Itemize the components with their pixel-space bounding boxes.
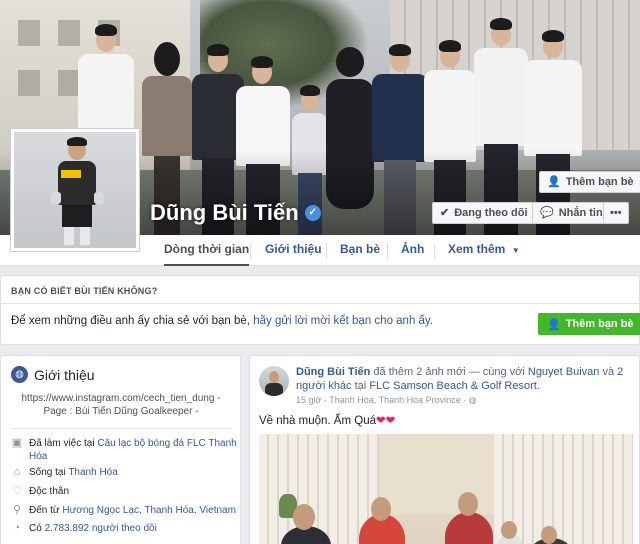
intro-followers-link[interactable]: 2.783.892 người theo dõi: [45, 523, 157, 534]
post-author-link[interactable]: Dũng Bùi Tiến: [296, 366, 370, 378]
intro-followers: ◔ Có 2.783.892 người theo dõi: [11, 522, 237, 535]
tab-timeline[interactable]: Dòng thời gian: [164, 235, 250, 266]
add-friend-button[interactable]: 👤 Thêm bạn bè: [538, 313, 640, 335]
do-you-know-prefix: Để xem những điều anh ấy chia sẻ với bạn…: [11, 315, 250, 327]
add-friend-cover-label: Thêm bạn bè: [565, 176, 634, 188]
checkmark-icon: ✔: [440, 207, 450, 219]
intro-lives-prefix: Sống tại: [29, 467, 66, 478]
post-author-avatar[interactable]: [259, 366, 289, 396]
photo-person: [293, 504, 315, 530]
post-text-body: Về nhà muộn. Ấm Quá: [259, 415, 376, 427]
intro-followers-prefix: Có: [29, 523, 42, 534]
intro-bio: https://www.instagram.com/cech_tien_dung…: [21, 393, 221, 417]
tab-more-label: Xem thêm: [448, 242, 506, 256]
post-location[interactable]: Thanh Hóa, Thanh Hóa Province: [329, 395, 460, 405]
photo-person: [541, 526, 557, 544]
intro-work-prefix: Đã làm việc tại: [29, 438, 95, 449]
timeline-post: Dũng Bùi Tiến đã thêm 2 ảnh mới — cùng v…: [249, 355, 640, 544]
nav-divider: [387, 243, 388, 259]
add-friend-cover-button[interactable]: 👤 Thêm bạn bè: [539, 171, 640, 193]
intro-card: ◍ Giới thiệu https://www.instagram.com/c…: [0, 355, 241, 544]
photo-person: [371, 497, 391, 521]
photo-person: [501, 521, 517, 539]
rss-icon: ◔: [13, 522, 21, 534]
post-text: Về nhà muộn. Ấm Quá❤❤: [259, 413, 395, 427]
nav-divider: [326, 243, 327, 259]
heart-emoji: ❤❤: [375, 415, 396, 427]
post-tag-link[interactable]: Nguyet Buivan: [528, 366, 600, 378]
do-you-know-box: BẠN CÓ BIẾT BÙI TIẾN KHÔNG? Để xem những…: [0, 275, 640, 345]
tab-about[interactable]: Giới thiệu: [265, 235, 322, 266]
intro-from-prefix: Đến từ: [29, 505, 60, 516]
post-photo[interactable]: [259, 434, 633, 544]
post-at: tại: [354, 380, 367, 392]
following-button[interactable]: ✔ Đang theo dõi ▼: [432, 202, 549, 224]
profile-name[interactable]: Dũng Bùi Tiến: [150, 200, 299, 226]
home-icon: ⌂: [13, 466, 21, 478]
public-globe-icon: ◍: [468, 395, 477, 405]
nav-divider: [250, 243, 251, 259]
post-place-link[interactable]: FLC Samson Beach & Golf Resort: [369, 380, 537, 392]
intro-lives-link[interactable]: Thanh Hóa: [68, 467, 117, 478]
intro-from-link[interactable]: Hương Ngọc Lạc, Thanh Hóa, Vietnam: [62, 505, 236, 516]
tab-more[interactable]: Xem thêm ▼: [448, 235, 520, 266]
briefcase-icon: ▣: [11, 437, 23, 449]
messenger-icon: 💬: [540, 207, 554, 219]
tab-photos[interactable]: Ảnh: [401, 235, 424, 266]
post-meta: 15 giờ · Thanh Hóa, Thanh Hóa Province ·…: [296, 395, 477, 406]
post-header: Dũng Bùi Tiến đã thêm 2 ảnh mới — cùng v…: [296, 365, 631, 393]
intro-followers-text: Có 2.783.892 người theo dõi: [29, 522, 157, 535]
add-friend-label: Thêm bạn bè: [565, 318, 634, 330]
do-you-know-text: Để xem những điều anh ấy chia sẻ với bạn…: [11, 315, 433, 327]
chevron-down-icon: ▼: [511, 246, 520, 255]
intro-work: ▣ Đã làm việc tại Câu lạc bộ bóng đá FLC…: [11, 437, 237, 463]
intro-title: Giới thiệu: [34, 366, 95, 383]
profile-picture[interactable]: [10, 128, 140, 252]
send-friend-request-link[interactable]: hãy gửi lời mời kết bạn cho anh ấy.: [253, 315, 433, 327]
more-dots-icon: •••: [610, 207, 622, 219]
post-time[interactable]: 15 giờ: [296, 395, 321, 405]
post-period: .: [536, 380, 540, 392]
do-you-know-title: BẠN CÓ BIẾT BÙI TIẾN KHÔNG?: [11, 286, 158, 296]
add-friend-icon: 👤: [547, 318, 561, 331]
post-action: đã thêm 2 ảnh mới — cùng với: [373, 366, 525, 378]
location-pin-icon: ⚲: [12, 504, 22, 516]
more-options-button[interactable]: •••: [603, 202, 629, 224]
intro-from-text: Đến từ Hương Ngọc Lạc, Thanh Hóa, Vietna…: [29, 504, 236, 517]
nav-divider: [434, 243, 435, 259]
profile-picture-image: [14, 132, 136, 248]
photo-person: [445, 512, 493, 544]
intro-lives-text: Sống tại Thanh Hóa: [29, 466, 118, 479]
divider: [11, 428, 231, 429]
intro-from: ⚲ Đến từ Hương Ngọc Lạc, Thanh Hóa, Viet…: [11, 504, 237, 517]
post-and: và: [602, 366, 615, 378]
heart-icon: ♡: [12, 485, 22, 497]
intro-lives: ⌂ Sống tại Thanh Hóa: [11, 466, 237, 479]
intro-work-text: Đã làm việc tại Câu lạc bộ bóng đá FLC T…: [29, 437, 237, 463]
verified-badge-icon: ✓: [304, 205, 321, 221]
photo-person: [458, 492, 478, 516]
divider: [1, 303, 639, 304]
message-label: Nhắn tin: [558, 207, 603, 219]
intro-relationship: ♡ Độc thân: [11, 485, 237, 498]
add-friend-icon: 👤: [547, 176, 561, 188]
tab-friends[interactable]: Bạn bè: [340, 235, 380, 266]
intro-header: ◍ Giới thiệu: [11, 366, 95, 383]
following-label: Đang theo dõi: [454, 207, 528, 219]
message-button[interactable]: 💬 Nhắn tin: [532, 202, 611, 224]
globe-icon: ◍: [11, 366, 28, 383]
profile-name-row: Dũng Bùi Tiến ✓: [150, 200, 321, 226]
intro-relationship-text: Độc thân: [29, 486, 70, 497]
